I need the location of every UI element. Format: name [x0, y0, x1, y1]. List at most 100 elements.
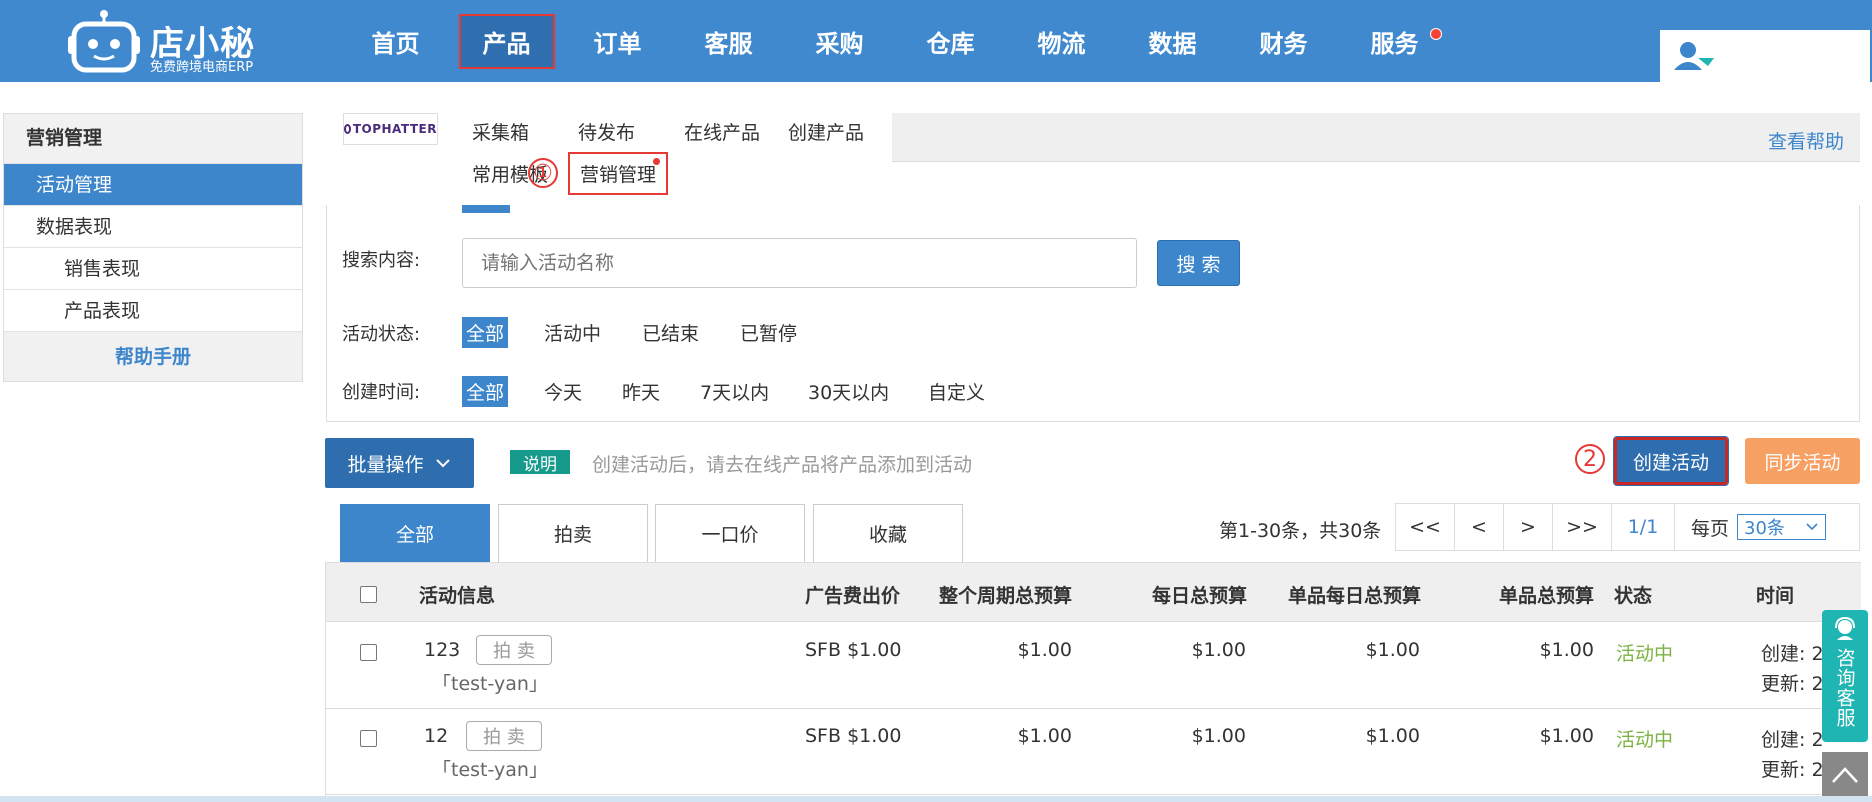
status-option-ended[interactable]: 已结束 — [638, 317, 703, 348]
table-row: 12 拍 卖 「test-yan」 SFB $1.00 $1.00 $1.00 … — [326, 709, 1861, 795]
platform-logo-mark-icon — [344, 124, 351, 134]
step-2-marker: 2 — [1575, 444, 1605, 474]
period-budget: $1.00 — [1017, 725, 1072, 747]
sidebar-item-product-performance[interactable]: 产品表现 — [4, 289, 302, 331]
ad-price: SFB $1.00 — [805, 639, 902, 661]
bulk-actions-button[interactable]: 批量操作 — [325, 438, 474, 488]
subtab-collection-box[interactable]: 采集箱 — [472, 118, 529, 145]
consult-service-widget[interactable]: 咨询客服 — [1822, 610, 1868, 742]
note-text: 创建活动后，请去在线产品将产品添加到活动 — [592, 454, 973, 476]
status-option-paused[interactable]: 已暂停 — [736, 317, 801, 348]
robot-logo-icon — [68, 10, 140, 73]
note-badge: 说明 — [510, 450, 570, 475]
item-daily-budget: $1.00 — [1365, 725, 1420, 747]
row-checkbox[interactable] — [360, 644, 377, 661]
filter-tab-indicator — [462, 205, 510, 213]
nav-label: 首页 — [371, 29, 420, 58]
product-subtabs: 采集箱 待发布 在线产品 创建产品 常用模板 营销管理 — [460, 110, 892, 200]
page-next-button[interactable]: > — [1504, 504, 1553, 550]
nav-services[interactable]: 服务 — [1339, 0, 1450, 82]
nav-customer-service[interactable]: 客服 — [673, 0, 784, 82]
th-item-budget: 单品总预算 — [1499, 585, 1595, 607]
new-dot — [653, 158, 661, 165]
per-page-label: 每页 — [1691, 517, 1730, 540]
pagination: << < > >> 1/1 每页 30条 — [1395, 503, 1860, 551]
th-period-budget: 整个周期总预算 — [939, 585, 1073, 607]
nav-label: 物流 — [1037, 29, 1086, 58]
status-filter-label: 活动状态: — [342, 324, 421, 345]
top-navbar: 店小秘 免费跨境电商ERP 首页 产品 订单 客服 采购 仓库 物流 数据 财务… — [0, 0, 1872, 82]
type-tab-all[interactable]: 全部 — [340, 504, 490, 562]
status-option-active[interactable]: 活动中 — [540, 317, 605, 348]
back-to-top-button[interactable] — [1822, 752, 1868, 798]
status-option-all[interactable]: 全部 — [462, 317, 509, 348]
view-help-link[interactable]: 查看帮助 — [1768, 127, 1844, 154]
nav-label: 仓库 — [926, 29, 975, 58]
type-tab-auction[interactable]: 拍卖 — [498, 504, 648, 562]
nav-orders[interactable]: 订单 — [562, 0, 673, 82]
bottom-strip — [0, 796, 1872, 802]
chevron-down-icon — [435, 459, 450, 468]
user-menu[interactable] — [1660, 30, 1870, 82]
th-status: 状态 — [1614, 585, 1653, 607]
time-option-yesterday[interactable]: 昨天 — [618, 376, 664, 407]
nav-products[interactable]: 产品 — [451, 0, 562, 82]
nav-purchase[interactable]: 采购 — [784, 0, 895, 82]
item-budget: $1.00 — [1539, 725, 1594, 747]
tophatter-logo: TOPHATTER — [343, 113, 438, 145]
create-activity-button[interactable]: 创建活动 — [1613, 436, 1729, 486]
row-checkbox[interactable] — [360, 730, 377, 747]
sidebar-title: 营销管理 — [4, 114, 302, 163]
subtab-create-product[interactable]: 创建产品 — [788, 118, 864, 145]
activity-type-badge: 拍 卖 — [466, 721, 542, 751]
type-tab-favorites[interactable]: 收藏 — [813, 504, 963, 562]
time-option-all[interactable]: 全部 — [462, 376, 509, 407]
sidebar-item-activity-management[interactable]: 活动管理 — [4, 163, 302, 205]
search-label: 搜索内容: — [342, 250, 421, 271]
nav-label: 服务 — [1370, 29, 1419, 58]
search-button[interactable]: 搜 索 — [1157, 240, 1240, 286]
sidebar-item-sales-performance[interactable]: 销售表现 — [4, 247, 302, 289]
daily-budget: $1.00 — [1191, 725, 1246, 747]
th-time: 时间 — [1756, 585, 1795, 607]
nav-finance[interactable]: 财务 — [1228, 0, 1339, 82]
notification-dot — [1430, 28, 1442, 40]
created-time: 创建: 2 — [1761, 643, 1824, 665]
brand-logo[interactable]: 店小秘 免费跨境电商ERP — [68, 4, 268, 76]
time-option-today[interactable]: 今天 — [540, 376, 586, 407]
per-page-select[interactable]: 30条 — [1737, 514, 1827, 540]
activity-table: 活动信息 广告费出价 整个周期总预算 每日总预算 单品每日总预算 单品总预算 状… — [325, 562, 1861, 802]
nav-home[interactable]: 首页 — [340, 0, 451, 82]
time-option-30days[interactable]: 30天以内 — [804, 376, 893, 407]
table-row: 123 拍 卖 「test-yan」 SFB $1.00 $1.00 $1.00… — [326, 623, 1861, 709]
subtab-marketing-management[interactable]: 营销管理 — [568, 152, 669, 195]
select-all-checkbox[interactable] — [360, 586, 377, 603]
sync-activity-button[interactable]: 同步活动 — [1745, 438, 1860, 484]
subtab-online-products[interactable]: 在线产品 — [684, 118, 760, 145]
sidebar-help-manual[interactable]: 帮助手册 — [4, 331, 302, 381]
nav-logistics[interactable]: 物流 — [1006, 0, 1117, 82]
nav-warehouse[interactable]: 仓库 — [895, 0, 1006, 82]
time-option-7days[interactable]: 7天以内 — [696, 376, 773, 407]
search-input[interactable] — [462, 238, 1137, 288]
th-daily-budget: 每日总预算 — [1152, 585, 1248, 607]
page-last-button[interactable]: >> — [1553, 504, 1612, 550]
nav-label: 客服 — [704, 29, 753, 58]
type-tab-fixed-price[interactable]: 一口价 — [655, 504, 805, 562]
activity-name[interactable]: 12 — [424, 725, 448, 747]
nav-label: 采购 — [815, 29, 864, 58]
sidebar: 营销管理 活动管理 数据表现 销售表现 产品表现 帮助手册 — [3, 113, 303, 382]
page-prev-button[interactable]: < — [1455, 504, 1504, 550]
activity-name[interactable]: 123 — [424, 639, 460, 661]
nav-label: 财务 — [1259, 29, 1308, 58]
page-first-button[interactable]: << — [1396, 504, 1455, 550]
ad-price: SFB $1.00 — [805, 725, 902, 747]
subtab-pending-publish[interactable]: 待发布 — [578, 118, 635, 145]
sidebar-item-data-performance[interactable]: 数据表现 — [4, 205, 302, 247]
store-name: 「test-yan」 — [432, 759, 548, 781]
item-budget: $1.00 — [1539, 639, 1594, 661]
main-nav: 首页 产品 订单 客服 采购 仓库 物流 数据 财务 服务 — [340, 0, 1450, 82]
nav-data[interactable]: 数据 — [1117, 0, 1228, 82]
time-option-custom[interactable]: 自定义 — [924, 376, 989, 407]
brand-subtitle: 免费跨境电商ERP — [150, 60, 254, 75]
